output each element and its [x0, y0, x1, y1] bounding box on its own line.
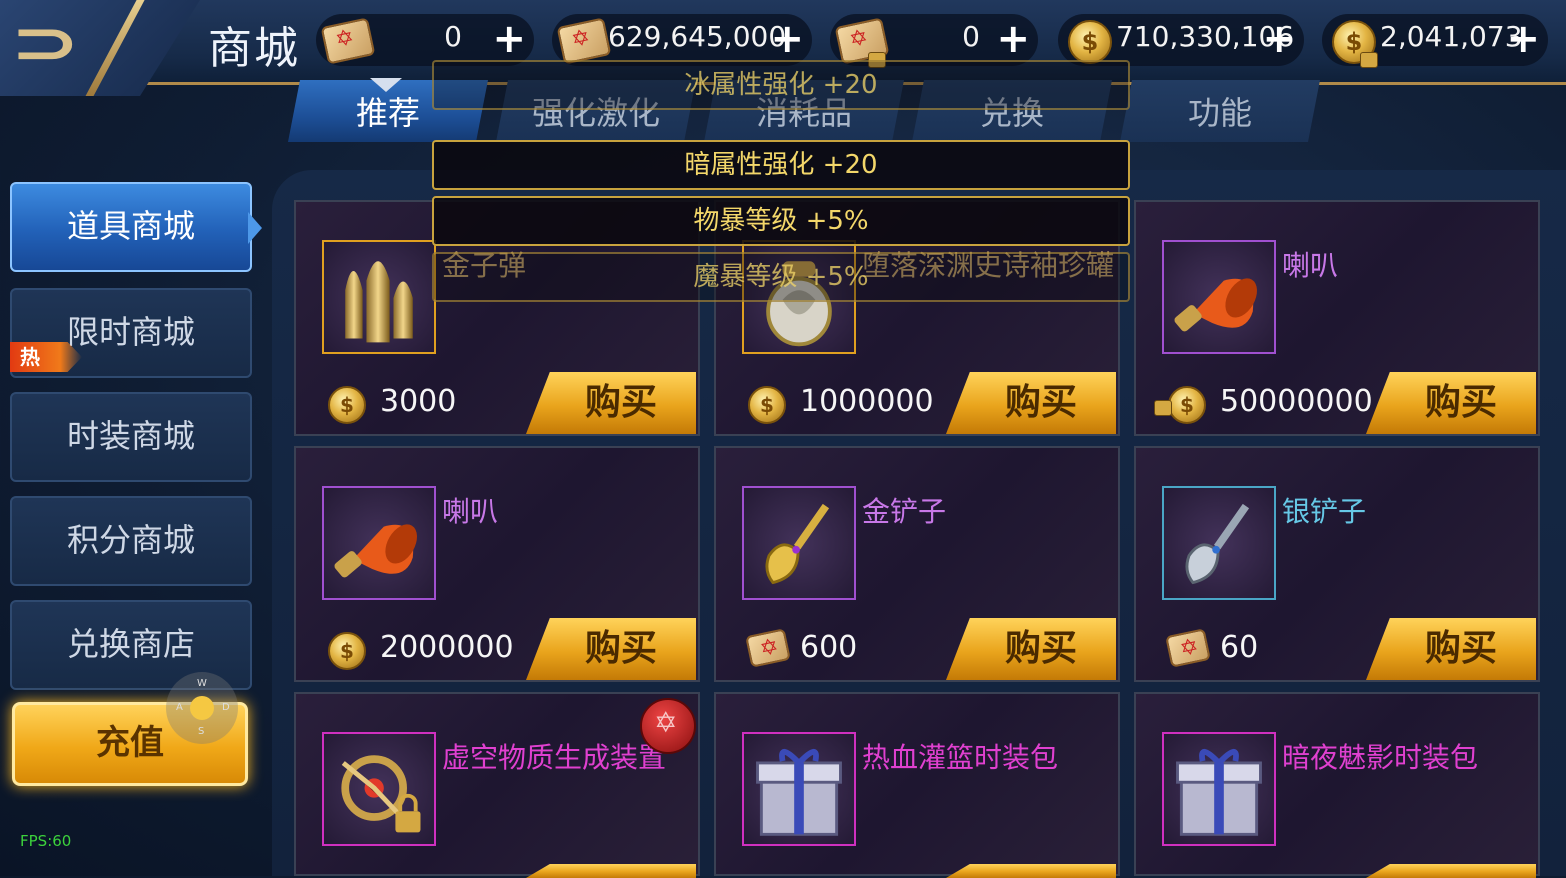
add-currency-button[interactable]: +: [996, 17, 1030, 61]
megaphone-icon: [334, 524, 417, 578]
currency-gold: $ 710,330,106 +: [1058, 14, 1304, 66]
fps-counter: FPS:60: [20, 832, 72, 850]
currency-scroll: 0 +: [316, 14, 534, 66]
joystick-d-label: D: [222, 702, 230, 713]
shop-item-card[interactable]: 喇叭 $ 50000000 购买: [1134, 200, 1540, 436]
item-icon-frame: [742, 486, 856, 600]
item-icon-frame: [1162, 240, 1276, 354]
sidebar-item-points-shop[interactable]: 积分商城: [10, 496, 252, 586]
item-price: 60: [1220, 630, 1259, 665]
item-name: 银铲子: [1282, 495, 1367, 528]
tooltip-line-dark: 暗属性强化 +20: [432, 140, 1130, 190]
buy-button[interactable]: 购买: [1366, 618, 1536, 680]
currency-value: 0: [962, 20, 980, 53]
buy-button[interactable]: 购买: [526, 372, 696, 434]
page-title: 商城: [208, 23, 300, 74]
tooltip-line-ice: 冰属性强化 +20: [432, 60, 1130, 110]
item-name: 喇叭: [1282, 249, 1339, 282]
buy-button[interactable]: 购买: [1366, 372, 1536, 434]
add-currency-button[interactable]: +: [1506, 17, 1540, 61]
item-name: 热血灌篮时装包: [862, 741, 1059, 774]
joystick-a-label: A: [176, 702, 183, 713]
tooltip-line-phys-crit: 物暴等级 +5%: [432, 196, 1130, 246]
locked-gold-coin-icon: $: [1328, 16, 1378, 68]
item-name: 金铲子: [862, 495, 947, 528]
currency-locked-scroll: 0 +: [830, 14, 1038, 68]
add-currency-button[interactable]: +: [770, 17, 804, 61]
sidebar-active-arrow-icon: [248, 212, 262, 244]
add-currency-button[interactable]: +: [492, 17, 526, 61]
joystick-w-label: W: [197, 678, 207, 689]
gift-box-icon: [756, 749, 842, 836]
currency-value: 710,330,106: [1116, 20, 1295, 53]
joystick-knob[interactable]: [190, 696, 214, 720]
sidebar-item-fashion-shop[interactable]: 时装商城: [10, 392, 252, 482]
tooltip-line-magic-crit: 魔暴等级 +5%: [432, 252, 1130, 302]
buy-button[interactable]: 购买: [526, 618, 696, 680]
item-icon-frame: [322, 732, 436, 846]
locked-scroll-icon: [834, 16, 890, 68]
item-icon-frame: [742, 732, 856, 846]
megaphone-icon: [1174, 278, 1257, 332]
item-icon-frame: [1162, 486, 1276, 600]
currency-value: 629,645,000: [608, 20, 787, 53]
void-device-icon: [341, 755, 421, 833]
item-price: 600: [800, 630, 858, 665]
currency-locked-gold: $ 2,041,073 +: [1322, 14, 1548, 68]
item-name: 暗夜魅影时装包: [1282, 741, 1479, 774]
tab-indicator-icon: [370, 78, 402, 92]
currency-value: 2,041,073: [1380, 20, 1523, 53]
shop-item-card[interactable]: 喇叭 $ 2000000 购买: [294, 446, 700, 682]
shop-item-card[interactable]: 热血灌篮时装包: [714, 692, 1120, 878]
shop-item-card[interactable]: 暗夜魅影时装包: [1134, 692, 1540, 878]
add-currency-button[interactable]: +: [1262, 17, 1296, 61]
shop-item-card[interactable]: 虚空物质生成装置: [294, 692, 700, 878]
gold-bullet-icon: [345, 261, 413, 343]
item-icon-frame: [322, 240, 436, 354]
seal-badge-icon: [640, 698, 696, 754]
joystick-s-label: S: [198, 726, 205, 737]
item-price: 50000000: [1220, 384, 1373, 419]
gold-coin-icon: $: [1064, 16, 1112, 64]
item-price: 3000: [380, 384, 457, 419]
buy-button[interactable]: 购买: [946, 372, 1116, 434]
scroll-icon: [556, 16, 612, 65]
sidebar-item-item-shop[interactable]: 道具商城: [10, 182, 252, 272]
item-price: 1000000: [800, 384, 934, 419]
currency-value: 0: [444, 20, 462, 53]
item-name: 喇叭: [442, 495, 499, 528]
gift-box-icon: [1176, 749, 1262, 836]
tab-function[interactable]: 功能: [1120, 80, 1320, 142]
shop-item-card[interactable]: 金铲子 600 购买: [714, 446, 1120, 682]
scroll-icon: [320, 16, 376, 65]
hot-badge: 热: [10, 342, 82, 372]
virtual-joystick[interactable]: W A D S: [166, 672, 238, 744]
currency-scroll-2: 629,645,000 +: [552, 14, 812, 66]
shop-item-card[interactable]: 银铲子 60 购买: [1134, 446, 1540, 682]
buy-button[interactable]: 购买: [946, 618, 1116, 680]
item-name: 虚空物质生成装置: [442, 741, 667, 774]
item-price: 2000000: [380, 630, 514, 665]
silver-shovel-icon: [1185, 503, 1250, 585]
gold-shovel-icon: [765, 503, 830, 585]
item-icon-frame: [322, 486, 436, 600]
item-icon-frame: [1162, 732, 1276, 846]
